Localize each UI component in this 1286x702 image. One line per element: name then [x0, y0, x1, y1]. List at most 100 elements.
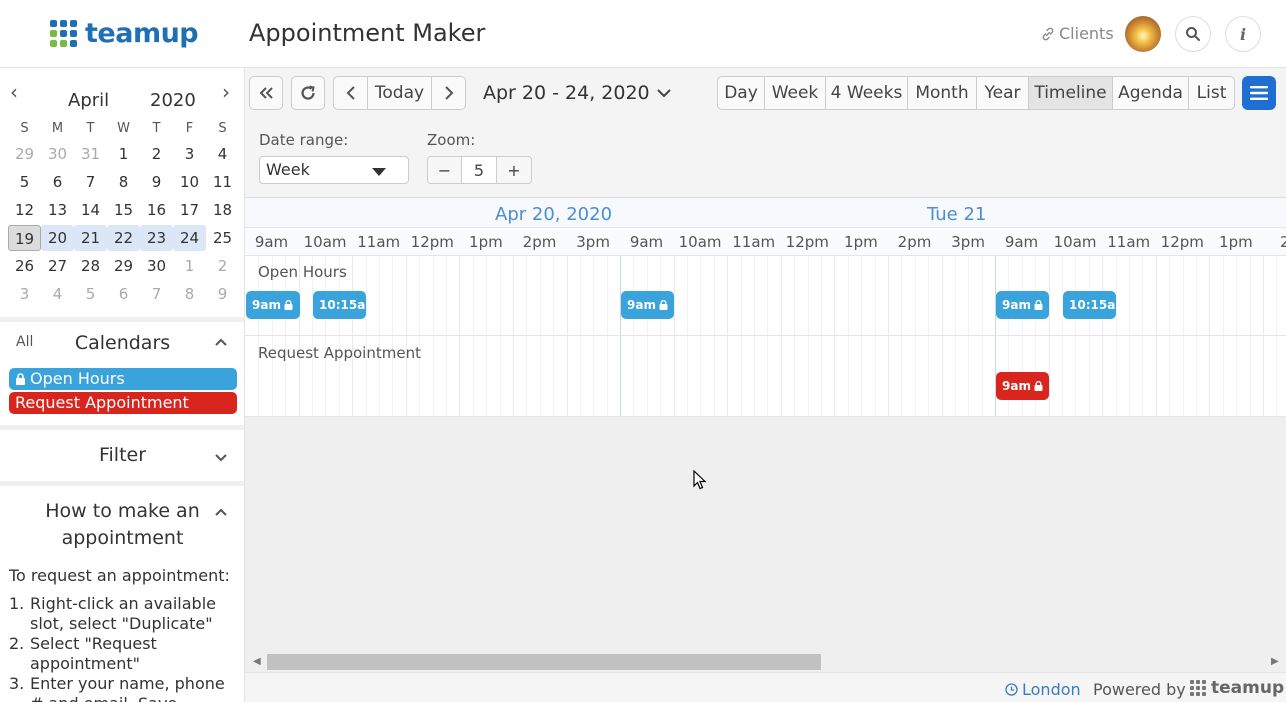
mini-cal-day[interactable]: 27 — [41, 253, 74, 279]
mini-cal-day[interactable]: 2 — [206, 253, 239, 279]
hour-header-row: 9am 10am 11am 12pm 1pm 2pm 3pm 9am 10am 11am 12pm 1… — [245, 228, 1286, 256]
calendar-request-appointment[interactable]: Request Appointment — [9, 392, 237, 414]
mini-cal-day-selected[interactable]: 21 — [74, 225, 107, 251]
event-open-hours[interactable]: 9am — [621, 291, 674, 319]
next-button[interactable] — [432, 77, 465, 109]
mini-cal-day-selected[interactable]: 20 — [41, 225, 74, 251]
hour-label: 2pm — [522, 233, 557, 251]
mini-cal-day[interactable]: 28 — [74, 253, 107, 279]
mini-cal-day[interactable]: 1 — [107, 141, 140, 167]
mini-cal-day[interactable]: 29 — [8, 141, 41, 167]
mini-cal-day[interactable]: 5 — [8, 169, 41, 195]
mini-cal-day[interactable]: 14 — [74, 197, 107, 223]
event-open-hours[interactable]: 10:15am — [1063, 291, 1116, 319]
view-list[interactable]: List — [1189, 77, 1234, 109]
mini-cal-day[interactable]: 10 — [173, 169, 206, 195]
mini-cal-day[interactable]: 4 — [206, 141, 239, 167]
lane-open-hours[interactable]: Open Hours — [245, 256, 1286, 336]
mini-cal-day[interactable]: 25 — [206, 225, 239, 251]
mini-cal-day[interactable]: 18 — [206, 197, 239, 223]
user-avatar[interactable] — [1125, 16, 1161, 52]
mini-cal-day[interactable]: 11 — [206, 169, 239, 195]
mini-cal-day[interactable]: 30 — [140, 253, 173, 279]
view-month[interactable]: Month — [908, 77, 977, 109]
zoom-in-button[interactable]: + — [497, 157, 531, 183]
view-week[interactable]: Week — [765, 77, 826, 109]
mini-cal-day[interactable]: 4 — [41, 281, 74, 307]
date-range-label: Apr 20 - 24, 2020 — [483, 82, 650, 104]
scroll-left-icon[interactable]: ◀ — [253, 656, 261, 667]
mini-cal-day[interactable]: 6 — [107, 281, 140, 307]
mini-cal-year[interactable]: 2020 — [150, 90, 196, 111]
view-4weeks[interactable]: 4 Weeks — [826, 77, 908, 109]
mini-cal-day[interactable]: 13 — [41, 197, 74, 223]
mini-cal-prev-icon[interactable]: ‹ — [10, 80, 18, 104]
event-open-hours[interactable]: 9am — [996, 291, 1049, 319]
day-label[interactable]: Tue 21 — [927, 204, 986, 225]
mini-cal-day[interactable]: 31 — [74, 141, 107, 167]
search-button[interactable] — [1175, 16, 1211, 52]
mini-cal-day[interactable]: 16 — [140, 197, 173, 223]
mini-cal-day[interactable]: 7 — [140, 281, 173, 307]
mini-cal-day[interactable]: 3 — [173, 141, 206, 167]
lane-label: Request Appointment — [258, 344, 421, 362]
info-button[interactable]: i — [1225, 16, 1261, 52]
today-button[interactable]: Today — [368, 77, 432, 109]
date-range-picker[interactable]: Apr 20 - 24, 2020 — [483, 82, 672, 104]
view-day[interactable]: Day — [718, 77, 765, 109]
howto-section-header[interactable]: How to make an appointment — [0, 498, 244, 553]
mini-cal-month[interactable]: April — [68, 90, 109, 111]
scrollbar-thumb[interactable] — [267, 654, 821, 670]
mini-cal-day[interactable]: 29 — [107, 253, 140, 279]
teamup-logo[interactable]: teamup — [50, 17, 199, 49]
mini-cal-day[interactable]: 6 — [41, 169, 74, 195]
chevron-up-icon[interactable] — [213, 334, 229, 350]
mini-cal-day[interactable]: 5 — [74, 281, 107, 307]
event-request-appointment[interactable]: 9am — [996, 372, 1049, 400]
hour-label: 2p — [1279, 233, 1286, 251]
date-range-select[interactable]: Week — [259, 156, 409, 184]
mini-cal-next-icon[interactable]: › — [222, 80, 230, 104]
view-agenda[interactable]: Agenda — [1113, 77, 1189, 109]
mini-cal-day[interactable]: 26 — [8, 253, 41, 279]
mini-cal-day[interactable]: 9 — [206, 281, 239, 307]
zoom-out-button[interactable]: − — [428, 157, 462, 183]
mini-cal-day-today[interactable]: 19 — [8, 225, 41, 251]
calendar-open-hours[interactable]: Open Hours — [9, 368, 237, 390]
chevron-down-icon[interactable] — [213, 450, 229, 466]
refresh-button[interactable] — [291, 76, 325, 110]
weekday: S — [218, 121, 227, 136]
view-year[interactable]: Year — [977, 77, 1029, 109]
mini-cal-day[interactable]: 30 — [41, 141, 74, 167]
footer-teamup-logo[interactable]: teamup — [1190, 678, 1284, 698]
mini-cal-day[interactable]: 8 — [173, 281, 206, 307]
mini-cal-day[interactable]: 7 — [74, 169, 107, 195]
day-label[interactable]: Apr 20, 2020 — [495, 204, 612, 225]
mini-cal-day[interactable]: 12 — [8, 197, 41, 223]
mini-cal-day-selected[interactable]: 24 — [173, 225, 206, 251]
event-open-hours[interactable]: 10:15am — [313, 291, 366, 319]
mini-cal-day-selected[interactable]: 23 — [140, 225, 173, 251]
mini-cal-day[interactable]: 1 — [173, 253, 206, 279]
event-open-hours[interactable]: 9am — [246, 291, 300, 319]
mini-cal-day[interactable]: 2 — [140, 141, 173, 167]
horizontal-scrollbar[interactable]: ◀ ▶ — [245, 652, 1286, 672]
event-time: 9am — [1002, 298, 1031, 312]
lane-request-appointment[interactable]: Request Appointment — [245, 336, 1286, 417]
calendars-section-header[interactable]: All Calendars — [0, 328, 244, 368]
view-timeline[interactable]: Timeline — [1029, 77, 1113, 109]
jump-back-button[interactable] — [249, 76, 283, 110]
mini-cal-day-selected[interactable]: 22 — [107, 225, 140, 251]
mini-cal-day[interactable]: 17 — [173, 197, 206, 223]
timezone-link[interactable]: London — [1005, 680, 1081, 699]
mini-cal-day[interactable]: 9 — [140, 169, 173, 195]
chevron-up-icon[interactable] — [213, 504, 229, 520]
mini-cal-day[interactable]: 3 — [8, 281, 41, 307]
main-menu-button[interactable] — [1242, 76, 1276, 110]
mini-cal-day[interactable]: 8 — [107, 169, 140, 195]
prev-button[interactable] — [334, 77, 368, 109]
filter-section-header[interactable]: Filter — [0, 440, 244, 480]
clients-link[interactable]: Clients — [1041, 24, 1114, 43]
scroll-right-icon[interactable]: ▶ — [1271, 656, 1279, 667]
mini-cal-day[interactable]: 15 — [107, 197, 140, 223]
